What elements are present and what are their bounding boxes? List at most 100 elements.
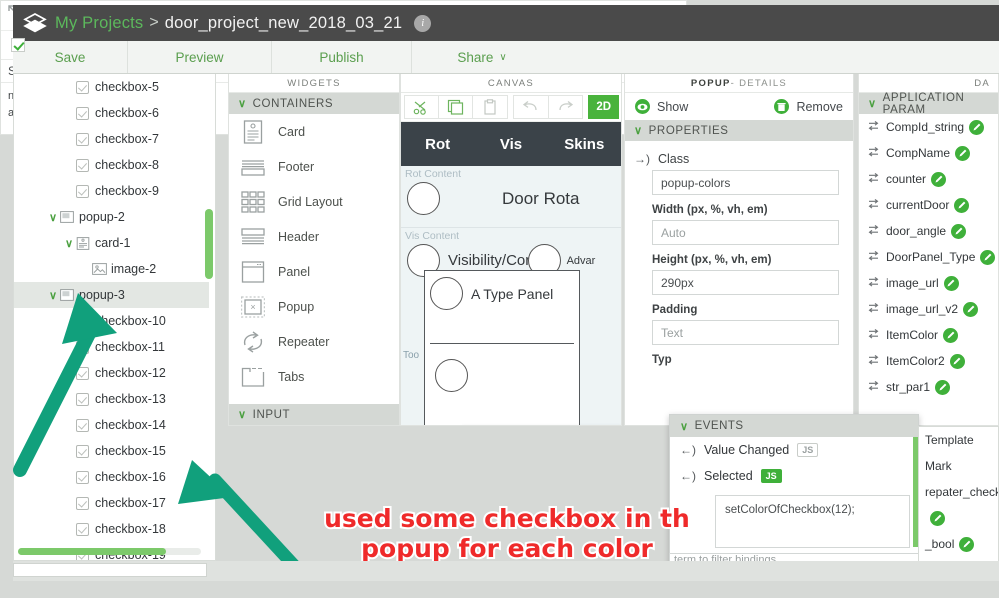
fragment-row-4[interactable]: _bool xyxy=(919,531,998,557)
menu-preview[interactable]: Preview xyxy=(128,41,272,73)
pencil-icon[interactable] xyxy=(935,379,951,395)
width-input[interactable]: Auto xyxy=(652,220,839,245)
tree-node-popup-3[interactable]: ∨ popup-3 xyxy=(14,282,209,308)
fragment-row-1[interactable]: Mark xyxy=(919,453,998,479)
paste-icon[interactable] xyxy=(472,95,508,119)
tree-checkbox-icon[interactable] xyxy=(76,496,89,510)
param-row-counter[interactable]: counter xyxy=(859,166,998,192)
mode-2d-button[interactable]: 2D xyxy=(588,95,619,119)
param-row-currentDoor[interactable]: currentDoor xyxy=(859,192,998,218)
tree-node-checkbox-10[interactable]: checkbox-10 xyxy=(14,308,209,334)
tree-node-checkbox-12[interactable]: checkbox-12 xyxy=(14,360,209,386)
widgets-section-input[interactable]: ∨ INPUT xyxy=(229,404,399,425)
binding-arrow-icon[interactable]: →) xyxy=(634,152,650,166)
widget-tree-list[interactable]: checkbox-5 checkbox-6 checkbox-7 checkbox-8… xyxy=(14,74,209,560)
pencil-icon[interactable] xyxy=(943,327,959,343)
widget-item-header[interactable]: Header xyxy=(229,219,399,254)
param-row-image_url[interactable]: image_url xyxy=(859,270,998,296)
pencil-icon[interactable] xyxy=(955,145,971,161)
tree-node-checkbox-9[interactable]: checkbox-9 xyxy=(14,178,209,204)
event-row-value-changed[interactable]: ←) Value Changed JS xyxy=(670,437,918,463)
bindings-filter-checkbox[interactable] xyxy=(11,38,25,52)
tree-node-checkbox-18[interactable]: checkbox-18 xyxy=(14,516,209,542)
tree-checkbox-icon[interactable] xyxy=(76,184,89,198)
fragment-row-3[interactable] xyxy=(919,505,998,531)
tree-checkbox-icon[interactable] xyxy=(76,106,89,120)
tree-node-checkbox-5[interactable]: checkbox-5 xyxy=(14,74,209,100)
widget-item-card[interactable]: Card xyxy=(229,114,399,149)
tree-checkbox-icon[interactable] xyxy=(76,522,89,536)
height-input[interactable]: 290px xyxy=(652,270,839,295)
undo-icon[interactable] xyxy=(513,95,549,119)
tree-checkbox-icon[interactable] xyxy=(76,158,89,172)
tree-node-checkbox-7[interactable]: checkbox-7 xyxy=(14,126,209,152)
tree-vertical-scrollbar[interactable] xyxy=(205,209,213,279)
events-section-header[interactable]: ∨ EVENTS xyxy=(670,415,918,437)
pencil-icon[interactable] xyxy=(969,119,985,135)
canvas-tab-skins[interactable]: Skins xyxy=(548,136,621,153)
pencil-icon[interactable] xyxy=(951,223,967,239)
remove-label[interactable]: Remove xyxy=(796,100,843,114)
menu-publish[interactable]: Publish xyxy=(272,41,412,73)
chevron-down-icon[interactable]: ∨ xyxy=(46,289,60,302)
param-row-DoorPanel_Type[interactable]: DoorPanel_Type xyxy=(859,244,998,270)
widget-item-tabs[interactable]: Tabs xyxy=(229,359,399,394)
chevron-down-icon[interactable]: ∨ xyxy=(46,211,60,224)
param-row-ItemColor[interactable]: ItemColor xyxy=(859,322,998,348)
widgets-section-containers[interactable]: ∨ CONTAINERS xyxy=(229,93,399,114)
canvas-tab-vis[interactable]: Vis xyxy=(474,136,547,153)
tree-checkbox-icon[interactable] xyxy=(76,444,89,458)
menu-share[interactable]: Share ∨ xyxy=(412,41,552,73)
param-row-door_angle[interactable]: door_angle xyxy=(859,218,998,244)
event-code-editor[interactable]: setColorOfCheckbox(12); xyxy=(715,495,910,548)
tree-node-checkbox-11[interactable]: checkbox-11 xyxy=(14,334,209,360)
param-row-image_url_v2[interactable]: image_url_v2 xyxy=(859,296,998,322)
tree-node-checkbox-6[interactable]: checkbox-6 xyxy=(14,100,209,126)
tree-node-popup-2[interactable]: ∨ popup-2 xyxy=(14,204,209,230)
tree-node-checkbox-16[interactable]: checkbox-16 xyxy=(14,464,209,490)
canvas-viewport[interactable]: Rot Vis Skins Rot Content Door Rota Vis … xyxy=(401,122,621,425)
widget-item-grid-layout[interactable]: Grid Layout xyxy=(229,184,399,219)
pencil-icon[interactable] xyxy=(930,510,945,526)
event-row-selected[interactable]: ←) Selected JS xyxy=(670,463,918,489)
pencil-icon[interactable] xyxy=(954,197,970,213)
tree-checkbox-icon[interactable] xyxy=(76,132,89,146)
fragment-row-0[interactable]: Template xyxy=(919,427,998,453)
pencil-icon[interactable] xyxy=(943,275,959,291)
tree-checkbox-icon[interactable] xyxy=(76,366,89,380)
canvas-tab-rot[interactable]: Rot xyxy=(401,136,474,153)
widget-item-panel[interactable]: Panel xyxy=(229,254,399,289)
param-row-str_par1[interactable]: str_par1 xyxy=(859,374,998,400)
tree-node-checkbox-13[interactable]: checkbox-13 xyxy=(14,386,209,412)
widget-item-footer[interactable]: Footer xyxy=(229,149,399,184)
redo-icon[interactable] xyxy=(547,95,583,119)
js-chip-selected[interactable]: JS xyxy=(760,469,782,483)
js-chip-value-changed[interactable]: JS xyxy=(797,443,819,457)
tree-node-checkbox-8[interactable]: checkbox-8 xyxy=(14,152,209,178)
data-section-application-param[interactable]: ∨ APPLICATION PARAM xyxy=(859,92,998,116)
show-label[interactable]: Show xyxy=(657,100,688,114)
param-row-CompId_string[interactable]: CompId_string xyxy=(859,114,998,140)
tree-checkbox-icon[interactable] xyxy=(76,314,89,328)
fragment-row-2[interactable]: repater_checkb xyxy=(919,479,998,505)
copy-icon[interactable] xyxy=(438,95,474,119)
tree-checkbox-icon[interactable] xyxy=(76,340,89,354)
menu-save[interactable]: Save xyxy=(13,41,128,73)
tree-node-checkbox-17[interactable]: checkbox-17 xyxy=(14,490,209,516)
pencil-icon[interactable] xyxy=(931,171,947,187)
bottom-scroll-left[interactable] xyxy=(13,563,207,577)
details-section-properties[interactable]: ∨ PROPERTIES xyxy=(625,120,853,141)
widget-item-repeater[interactable]: Repeater xyxy=(229,324,399,359)
chevron-down-icon[interactable]: ∨ xyxy=(62,237,76,250)
tree-node-image-2[interactable]: image-2 xyxy=(14,256,209,282)
tree-checkbox-icon[interactable] xyxy=(76,392,89,406)
pencil-icon[interactable] xyxy=(980,249,996,265)
info-icon[interactable]: i xyxy=(414,14,432,32)
scissors-icon[interactable] xyxy=(404,95,440,119)
pencil-icon[interactable] xyxy=(949,353,965,369)
widget-item-popup[interactable]: × Popup xyxy=(229,289,399,324)
param-row-ItemColor2[interactable]: ItemColor2 xyxy=(859,348,998,374)
pencil-icon[interactable] xyxy=(963,301,979,317)
tree-horizontal-scrollbar[interactable] xyxy=(18,548,201,555)
param-row-CompName[interactable]: CompName xyxy=(859,140,998,166)
